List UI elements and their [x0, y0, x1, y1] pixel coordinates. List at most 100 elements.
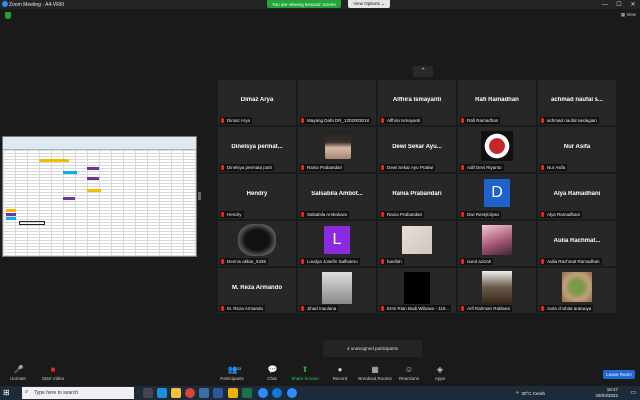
- participants-count: 33: [236, 366, 242, 371]
- participant-tile[interactable]: Jihad maulana: [298, 268, 376, 313]
- panel-splitter-handle[interactable]: [198, 192, 201, 200]
- participant-tile[interactable]: Mayang Dafa DR_1202003018: [298, 80, 376, 125]
- highlight-cell: [63, 197, 75, 200]
- participant-name-label: Mayang Dafa DR_1202003018: [300, 117, 372, 124]
- participant-tile[interactable]: achmad naufal s... achmad naufal saslagia…: [538, 80, 616, 125]
- participant-tile[interactable]: zana chobita aratuuya: [538, 268, 616, 313]
- unmute-button[interactable]: 🎤 Unmute: [0, 365, 36, 381]
- participant-tile[interactable]: Hendry Hendry: [218, 174, 296, 219]
- participant-name-label: Rania Prabandari: [380, 211, 425, 218]
- participant-name-large: Rafi Ramadhan: [475, 97, 519, 103]
- participant-photo: [482, 225, 512, 255]
- close-button[interactable]: ✕: [626, 0, 640, 9]
- notification-icon[interactable]: ▭: [630, 389, 636, 396]
- share-screen-button[interactable]: ⬆ Share Screen: [287, 365, 323, 381]
- participant-tile[interactable]: Dennis akbar_5335: [218, 221, 296, 266]
- leave-room-button[interactable]: Leave Room: [603, 370, 635, 379]
- participant-tile[interactable]: D Dwi Restybilyan: [458, 174, 536, 219]
- shared-screen[interactable]: [2, 136, 197, 257]
- share-screen-icon: ⬆: [301, 365, 309, 374]
- apps-button[interactable]: ◈ Apps: [422, 365, 458, 381]
- participant-tile[interactable]: Rania Prabandari: [298, 127, 376, 172]
- mic-muted-icon: [461, 306, 464, 311]
- participant-tile[interactable]: Rafi Ramadhan Rafi Ramadhan: [458, 80, 536, 125]
- security-shield-icon[interactable]: [5, 12, 11, 19]
- chat-icon: 💬: [267, 365, 278, 374]
- selected-cell-box: [19, 221, 45, 225]
- participant-tile[interactable]: Rania Prabandari Rania Prabandari: [378, 174, 456, 219]
- mic-muted-icon: [461, 118, 464, 123]
- participant-photo: [402, 226, 432, 254]
- participant-name-large: Aulia Rachmat...: [553, 238, 601, 244]
- edge-browser-icon[interactable]: [157, 388, 167, 398]
- participant-photo: [404, 272, 430, 304]
- participant-name-label: Nur Asifa: [540, 164, 568, 171]
- highlight-cell: [6, 209, 16, 212]
- participant-tile[interactable]: M. Reza Armando M. Reza Armando: [218, 268, 296, 313]
- zoom-app-icon[interactable]: [287, 388, 297, 398]
- breakout-rooms-button[interactable]: ▦ Breakout Rooms: [357, 365, 393, 381]
- record-icon: ●: [337, 365, 343, 374]
- taskbar-clock[interactable]: 18:47 29/03/2022: [595, 387, 618, 399]
- viewing-screen-banner: You are viewing lessons' screen: [267, 0, 341, 8]
- excel-icon[interactable]: [242, 388, 252, 398]
- mic-muted-icon: [541, 118, 544, 123]
- mail-icon[interactable]: [213, 388, 223, 398]
- windows-start-icon[interactable]: ⊞: [3, 389, 11, 397]
- participant-tile[interactable]: Dewi Sekar Ayu... Dewi Sekar Ayu Pratiwi: [378, 127, 456, 172]
- taskbar-search-box[interactable]: ⌕ Type here to search: [22, 387, 134, 399]
- zoom-taskbar-icon[interactable]: [258, 388, 268, 398]
- participant-tile[interactable]: Dimaz Arya Dimaz Arya: [218, 80, 296, 125]
- participant-tile[interactable]: hanifah: [378, 221, 456, 266]
- mic-muted-icon: [221, 212, 224, 217]
- spreadsheet-ribbon: [3, 137, 196, 150]
- participant-name-large: Hendry: [246, 191, 268, 197]
- participant-name-label: Dewi Sekar Ayu Pratiwi: [380, 164, 436, 171]
- participant-tile[interactable]: Salsabila Ambot... Salsabila Amboluwo: [298, 174, 376, 219]
- breakout-rooms-label: Breakout Rooms: [358, 376, 392, 381]
- record-button[interactable]: ● Record: [322, 365, 358, 381]
- participant-tile[interactable]: Adif Devi Riyanto: [458, 127, 536, 172]
- participant-name-large: Nur Asifa: [563, 144, 591, 150]
- participant-tile[interactable]: nurul azizah: [458, 221, 536, 266]
- participant-tile[interactable]: Alfhira Ismayanti Alfhira Ismayanti: [378, 80, 456, 125]
- apps-label: Apps: [434, 376, 446, 381]
- file-explorer-icon[interactable]: [171, 388, 181, 398]
- participant-tile[interactable]: Ermi Rian Budi Wibowo - 119...: [378, 268, 456, 313]
- participant-name-label: M. Reza Armando: [220, 305, 266, 312]
- store-icon[interactable]: [199, 388, 209, 398]
- participant-tile[interactable]: Dinelsya permat... Dinelsya permata putri: [218, 127, 296, 172]
- view-options-button[interactable]: View Options ⌄: [348, 0, 390, 8]
- maximize-button[interactable]: ☐: [612, 0, 626, 9]
- participant-name-label: Alya Ramadhani: [540, 211, 583, 218]
- breakout-rooms-icon: ▦: [371, 365, 379, 374]
- participant-tile[interactable]: Arif Rahman Rabbani: [458, 268, 536, 313]
- start-video-button[interactable]: ■ Start Video: [35, 365, 71, 381]
- unassigned-participants-notice[interactable]: 4 unassigned participants: [323, 340, 422, 357]
- mic-muted-icon: 🎤: [13, 365, 24, 374]
- weather-text[interactable]: 30°C Cerah: [521, 391, 545, 396]
- explorer-icon[interactable]: [228, 388, 238, 398]
- chrome-browser-icon[interactable]: [185, 388, 195, 398]
- participant-photo: L: [324, 226, 350, 254]
- mic-muted-icon: [461, 165, 464, 170]
- window-controls: — ☐ ✕: [598, 0, 640, 9]
- task-view-icon[interactable]: [143, 388, 153, 398]
- gallery-prev-page-button[interactable]: ⌃: [413, 66, 433, 77]
- mic-muted-icon: [221, 306, 224, 311]
- highlight-cell: [87, 167, 99, 170]
- participant-name-label: zana chobita aratuuya: [540, 305, 594, 312]
- participant-tile[interactable]: Nur Asifa Nur Asifa: [538, 127, 616, 172]
- edge-taskbar-icon[interactable]: [272, 388, 282, 398]
- participant-tile[interactable]: Alya Ramadhani Alya Ramadhani: [538, 174, 616, 219]
- participant-photo: [322, 272, 352, 304]
- windows-taskbar: ⊞ ⌕ Type here to search ☀ 30°C Cerah 18:…: [0, 386, 640, 400]
- participant-tile[interactable]: L Loudya Josefin Salhuteru: [298, 221, 376, 266]
- participant-name-label: Ermi Rian Budi Wibowo - 119...: [380, 305, 452, 312]
- view-layout-button[interactable]: ▦ View: [621, 12, 636, 18]
- participant-name-label: Jihad maulana: [300, 305, 339, 312]
- minimize-button[interactable]: —: [598, 0, 612, 9]
- participant-tile[interactable]: Aulia Rachmat... Aulia Rachmat Ramadhan: [538, 221, 616, 266]
- highlight-cell: [6, 217, 16, 220]
- chat-button[interactable]: 💬 Chat: [254, 365, 290, 381]
